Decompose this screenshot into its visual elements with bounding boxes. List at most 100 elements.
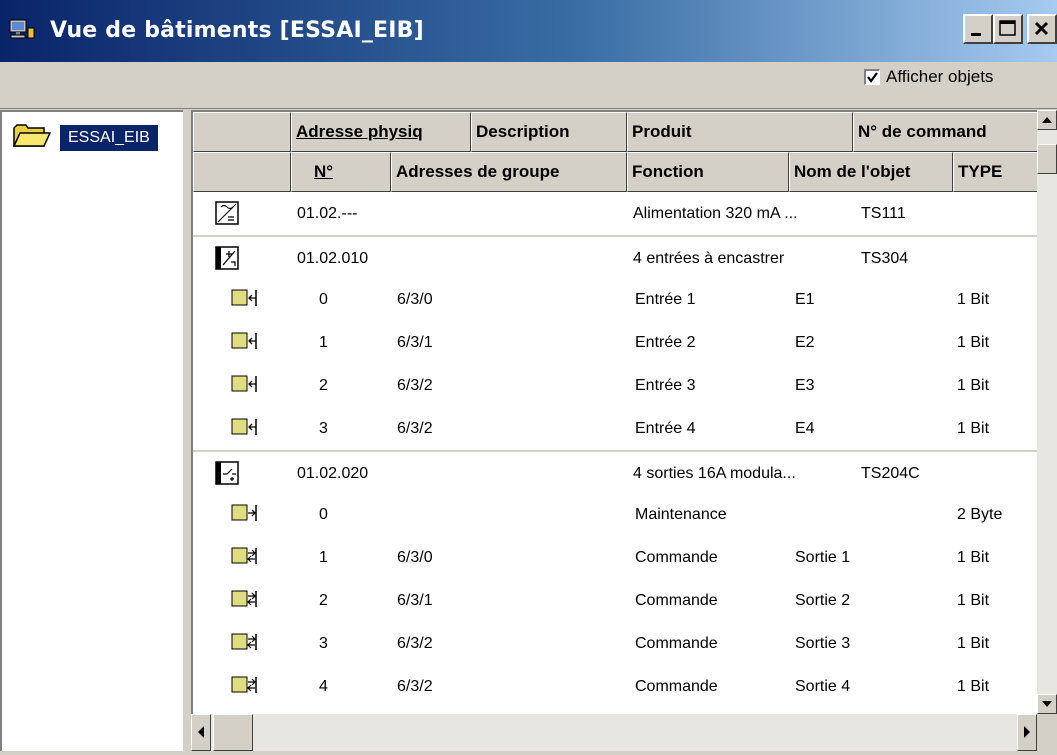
power-supply-icon — [213, 200, 243, 233]
object-number-cell: 3 — [319, 420, 328, 437]
object-number-cell: 2 — [319, 592, 328, 609]
product-cell: 4 entrées à encastrer — [633, 250, 785, 267]
maximize-button[interactable] — [993, 14, 1023, 44]
object-row[interactable]: 3 6/3/2 Commande Sortie 3 1 Bit — [193, 622, 1037, 665]
input-object-icon — [229, 286, 259, 315]
object-row[interactable]: 1 6/3/0 Commande Sortie 1 1 Bit — [193, 536, 1037, 579]
object-name-cell: E4 — [795, 420, 815, 437]
vertical-scroll-thumb[interactable] — [1037, 144, 1057, 174]
object-name-cell: Sortie 2 — [795, 592, 851, 609]
object-name-cell — [795, 493, 945, 536]
physical-address-cell: 01.02.020 — [297, 465, 369, 482]
bidirectional-object-icon — [229, 544, 259, 573]
scroll-right-button[interactable] — [1017, 714, 1037, 751]
tree-item-root[interactable]: ESSAI_EIB — [10, 120, 158, 156]
building-view-icon — [8, 18, 36, 42]
input-object-icon — [229, 329, 259, 358]
type-cell: 1 Bit — [957, 549, 990, 566]
type-cell: 2 Byte — [957, 506, 1003, 523]
object-row[interactable]: 0 Maintenance 2 Byte — [193, 493, 1037, 536]
order-number-cell: TS111 — [861, 205, 906, 222]
header-object-name[interactable]: Nom de l'objet — [789, 152, 953, 192]
type-cell: 1 Bit — [957, 678, 990, 695]
object-name-cell: Sortie 1 — [795, 549, 851, 566]
object-row[interactable]: 2 6/3/1 Commande Sortie 2 1 Bit — [193, 579, 1037, 622]
object-name-cell: Sortie 4 — [795, 678, 851, 695]
object-number-cell: 1 — [319, 549, 328, 566]
group-address-cell: 6/3/2 — [397, 635, 433, 652]
horizontal-scrollbar[interactable] — [191, 714, 1037, 751]
type-cell: 1 Bit — [957, 420, 990, 437]
type-cell: 1 Bit — [957, 334, 990, 351]
function-cell: Commande — [635, 592, 718, 609]
object-number-cell: 0 — [319, 291, 328, 308]
header-blank — [193, 112, 291, 152]
function-cell: Commande — [635, 678, 718, 695]
open-folder-icon — [10, 120, 54, 157]
object-row[interactable]: 0 6/3/0 Entrée 1 E1 1 Bit — [193, 278, 1037, 321]
physical-address-cell: 01.02.010 — [297, 250, 369, 267]
product-cell: 4 sorties 16A modula... — [633, 465, 796, 482]
group-address-cell: 6/3/1 — [397, 592, 433, 609]
header-group-addresses[interactable]: Adresses de groupe — [391, 152, 627, 192]
header-type[interactable]: TYPE — [953, 152, 1037, 192]
size-grip[interactable] — [1037, 714, 1057, 751]
device-row[interactable]: 01.02.--- Alimentation 320 mA ... TS111 — [193, 192, 1037, 235]
function-cell: Commande — [635, 549, 718, 566]
vertical-scrollbar[interactable] — [1037, 110, 1057, 714]
input-object-icon — [229, 372, 259, 401]
title-bar[interactable]: Vue de bâtiments [ESSAI_EIB] — [0, 0, 1057, 62]
show-objects-label: Afficher objets — [886, 67, 994, 86]
header-description[interactable]: Description — [471, 112, 627, 152]
object-row[interactable]: 4 6/3/2 Commande Sortie 4 1 Bit — [193, 665, 1037, 708]
group-address-cell: 6/3/2 — [397, 678, 433, 695]
scroll-left-button[interactable] — [191, 714, 211, 751]
function-cell: Maintenance — [635, 506, 727, 523]
product-cell: Alimentation 320 mA ... — [633, 205, 798, 222]
object-number-cell: 1 — [319, 334, 328, 351]
function-cell: Entrée 2 — [635, 334, 696, 351]
function-cell: Commande — [635, 635, 718, 652]
function-cell: Entrée 4 — [635, 420, 696, 437]
minimize-button[interactable] — [963, 14, 993, 44]
object-row[interactable]: 3 6/3/2 Entrée 4 E4 1 Bit — [193, 407, 1037, 450]
horizontal-scroll-thumb[interactable] — [213, 714, 253, 751]
type-cell: 1 Bit — [957, 592, 990, 609]
header-product[interactable]: Produit — [627, 112, 853, 152]
function-cell: Entrée 1 — [635, 291, 696, 308]
building-tree[interactable]: ESSAI_EIB — [0, 110, 183, 751]
object-number-cell: 2 — [319, 377, 328, 394]
header-number[interactable]: N° — [291, 152, 391, 192]
object-name-cell: E2 — [795, 334, 815, 351]
panel-splitter[interactable] — [183, 110, 191, 751]
scroll-up-button[interactable] — [1037, 110, 1057, 130]
header-physical-address[interactable]: Adresse physiq — [291, 112, 471, 152]
bidirectional-object-icon — [229, 630, 259, 659]
output-object-icon — [229, 501, 259, 530]
close-button[interactable] — [1027, 14, 1057, 44]
object-row[interactable]: 1 6/3/1 Entrée 2 E2 1 Bit — [193, 321, 1037, 364]
type-cell: 1 Bit — [957, 635, 990, 652]
show-objects-checkbox[interactable] — [864, 69, 880, 85]
header-function[interactable]: Fonction — [627, 152, 789, 192]
object-name-cell: Sortie 3 — [795, 635, 851, 652]
group-address-cell: 6/3/0 — [397, 291, 433, 308]
header-order-number[interactable]: N° de command — [853, 112, 1037, 152]
device-row[interactable]: 01.02.020 4 sorties 16A modula... TS204C — [193, 450, 1037, 493]
show-objects-toggle[interactable]: Afficher objets — [864, 64, 993, 90]
group-address-cell: 6/3/2 — [397, 420, 433, 437]
order-number-cell: TS204C — [861, 465, 920, 482]
input-module-icon — [213, 245, 243, 278]
type-cell: 1 Bit — [957, 377, 990, 394]
group-address-cell: 6/3/2 — [397, 377, 433, 394]
object-row[interactable]: 2 6/3/2 Entrée 3 E3 1 Bit — [193, 364, 1037, 407]
bidirectional-object-icon — [229, 587, 259, 616]
object-name-cell: E3 — [795, 377, 815, 394]
object-name-cell: E1 — [795, 291, 815, 308]
type-cell: 1 Bit — [957, 291, 990, 308]
header-blank-2 — [193, 152, 291, 192]
object-number-cell: 3 — [319, 635, 328, 652]
scroll-down-button[interactable] — [1037, 694, 1057, 714]
device-row[interactable]: 01.02.010 4 entrées à encastrer TS304 — [193, 235, 1037, 278]
object-number-cell: 4 — [319, 678, 328, 695]
